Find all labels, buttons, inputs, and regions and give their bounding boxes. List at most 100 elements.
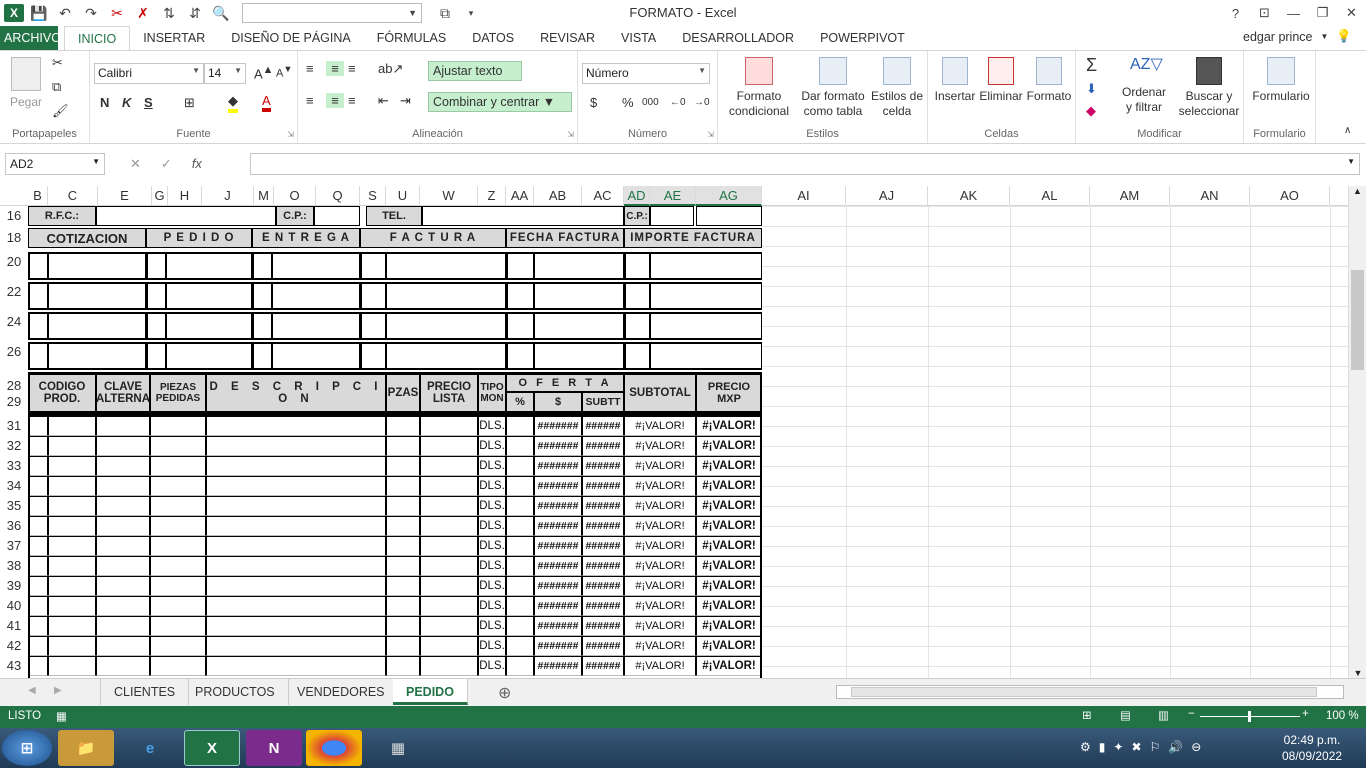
item-cell[interactable] [150,436,206,456]
item-cell[interactable] [96,496,150,516]
clear-icon[interactable]: ✗ [132,2,154,24]
fill-color-icon[interactable]: ◆ [228,93,238,113]
row-header[interactable]: 37 [0,538,28,553]
row-header[interactable]: 43 [0,658,28,673]
oferta-subtt-cell[interactable]: ###### [582,496,624,516]
increase-indent-icon[interactable]: ⇥ [400,93,411,109]
entry-cell[interactable] [650,312,762,340]
chrome-taskbar-icon[interactable] [306,730,362,766]
entry-cell[interactable] [48,312,146,340]
font-size-combo[interactable]: 14 ▼ [204,63,246,84]
format-painter-icon[interactable]: 🖌 [52,103,69,119]
precio-mxp-cell[interactable]: #¡VALOR! [696,576,762,596]
align-right-icon[interactable]: ≡ [348,93,356,108]
oferta-subtt-cell[interactable]: ###### [582,636,624,656]
item-cell[interactable] [96,596,150,616]
format-as-table-button[interactable]: Dar formato como tabla [798,57,868,119]
decrease-indent-icon[interactable]: ⇤ [378,93,389,109]
row-header[interactable]: 42 [0,638,28,653]
tab-revisar[interactable]: REVISAR [527,26,608,50]
clave-header[interactable]: CLAVE ALTERNA [96,374,150,412]
entry-cell[interactable] [28,342,48,370]
precio-mxp-cell[interactable]: #¡VALOR! [696,496,762,516]
entry-cell[interactable] [360,312,386,340]
sheet-tab-pedido[interactable]: PEDIDO [393,679,468,705]
item-cell[interactable] [28,596,48,616]
launcher-icon[interactable]: ⇲ [287,130,294,139]
row-header[interactable]: 39 [0,578,28,593]
oferta-subtt-cell[interactable]: ###### [582,576,624,596]
merge-center-button[interactable]: Combinar y centrar ▼ [428,92,572,112]
entry-cell[interactable] [166,282,252,310]
item-cell[interactable] [150,416,206,436]
column-header[interactable]: M [254,186,274,206]
section-header[interactable]: P E D I D O [146,228,252,248]
item-cell[interactable] [506,536,534,556]
row-header[interactable]: 34 [0,478,28,493]
column-header[interactable]: Z [478,186,506,206]
tipo-cell[interactable]: DLS. [478,596,506,616]
tray-icon[interactable]: ✦ [1113,740,1123,754]
item-cell[interactable] [150,636,206,656]
percent-button[interactable]: % [622,95,634,110]
column-header[interactable]: G [152,186,168,206]
item-cell[interactable] [96,656,150,676]
item-cell[interactable] [96,456,150,476]
item-cell[interactable] [48,536,96,556]
item-cell[interactable] [28,516,48,536]
align-center-icon[interactable]: ≡ [326,93,344,108]
entry-cell[interactable] [386,312,506,340]
entry-cell[interactable] [360,342,386,370]
item-cell[interactable] [206,416,386,436]
item-cell[interactable] [28,416,48,436]
column-header[interactable]: AB [534,186,582,206]
entry-cell[interactable] [28,252,48,280]
item-cell[interactable] [48,556,96,576]
item-cell[interactable] [48,496,96,516]
item-cell[interactable] [48,596,96,616]
subtotal-cell[interactable]: #¡VALOR! [624,436,696,456]
user-account[interactable]: edgar prince ▼ 💡 [1243,29,1352,44]
underline-button[interactable]: S [144,95,153,110]
item-cell[interactable] [28,476,48,496]
row-header[interactable]: 20 [0,254,28,269]
entry-cell[interactable] [146,312,166,340]
undo-icon[interactable]: ↶ [54,2,76,24]
entry-cell[interactable] [624,312,650,340]
item-cell[interactable] [150,536,206,556]
entry-cell[interactable] [650,282,762,310]
cut-icon[interactable]: ✂ [52,55,63,71]
precio-lista-header[interactable]: PRECIO LISTA [420,374,478,412]
wrap-text-button[interactable]: Ajustar texto [428,61,522,81]
item-cell[interactable] [28,636,48,656]
item-cell[interactable] [150,616,206,636]
customize-icon[interactable]: ▾ [460,2,482,24]
entry-cell[interactable] [360,282,386,310]
entry-cell[interactable] [624,252,650,280]
entry-cell[interactable] [48,252,146,280]
item-cell[interactable] [386,596,420,616]
zoom-in-icon[interactable]: + [1302,708,1309,720]
launcher-icon[interactable]: ⇲ [707,130,714,139]
start-button[interactable]: ⊞ [2,730,52,766]
entry-cell[interactable] [650,342,762,370]
page-layout-icon[interactable]: ▤ [1120,708,1131,722]
item-cell[interactable] [96,636,150,656]
file-explorer-icon[interactable]: 📁 [58,730,114,766]
cp-label[interactable]: C.P.: [276,206,314,226]
align-middle-icon[interactable]: ≡ [326,61,344,76]
item-cell[interactable] [206,436,386,456]
subtotal-cell[interactable]: #¡VALOR! [624,496,696,516]
clear-format-icon[interactable]: ◆ [1086,103,1096,119]
add-sheet-icon[interactable]: ⊕ [498,683,511,703]
subtotal-cell[interactable]: #¡VALOR! [624,636,696,656]
row-header[interactable]: 33 [0,458,28,473]
column-header[interactable]: AO [1250,186,1330,206]
subtotal-cell[interactable]: #¡VALOR! [624,416,696,436]
item-cell[interactable] [96,576,150,596]
item-cell[interactable] [96,516,150,536]
item-cell[interactable] [386,496,420,516]
item-cell[interactable] [420,596,478,616]
column-header[interactable]: U [386,186,420,206]
item-cell[interactable] [506,656,534,676]
